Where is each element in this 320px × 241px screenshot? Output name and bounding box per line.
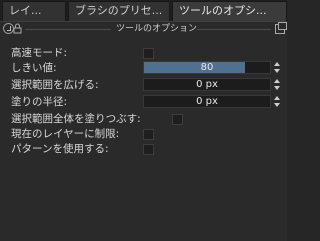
tab-brush-presets[interactable]: ブラシのプリセ... xyxy=(68,1,170,21)
fill-entire-selection-label: 選択範囲全体を塗りつぶす: xyxy=(11,113,141,125)
panel-header: ツールのオプション xyxy=(0,22,287,38)
chevron-up-icon[interactable] xyxy=(274,79,280,83)
use-pattern-checkbox[interactable] xyxy=(143,144,154,155)
option-use-pattern: パターンを使用する: xyxy=(0,141,287,158)
limit-to-layer-label: 現在のレイヤーに制限: xyxy=(11,128,120,140)
option-grow-selection: 選択範囲を広げる: 0 px xyxy=(0,77,287,94)
fast-mode-checkbox[interactable] xyxy=(143,48,154,59)
feather-radius-label: 塗りの半径: xyxy=(11,96,68,108)
chevron-down-icon[interactable] xyxy=(274,69,280,73)
docker-tab-bar: レイ... ブラシのプリセ... ツールのオプシ... xyxy=(0,0,287,21)
grow-selection-field[interactable]: 0 px xyxy=(143,78,271,91)
threshold-value: 80 xyxy=(200,62,214,73)
use-pattern-label: パターンを使用する: xyxy=(11,143,109,155)
tool-options-panel: ツールのオプション 高速モード: しきい値: 80 選択範囲を広げる: 0 px… xyxy=(0,21,287,241)
lock-icon[interactable] xyxy=(13,23,22,34)
grow-selection-value: 0 px xyxy=(196,79,218,90)
header-divider-right xyxy=(197,29,271,30)
header-divider-left xyxy=(25,29,111,30)
feather-radius-stepper[interactable] xyxy=(273,95,282,109)
chevron-up-icon[interactable] xyxy=(274,62,280,66)
fast-mode-label: 高速モード: xyxy=(11,47,68,59)
grow-selection-label: 選択範囲を広げる: xyxy=(11,79,99,91)
threshold-slider[interactable]: 80 xyxy=(143,61,271,74)
option-threshold: しきい値: 80 xyxy=(0,60,287,77)
option-feather-radius: 塗りの半径: 0 px xyxy=(0,94,287,111)
panel-title: ツールのオプション xyxy=(116,24,198,34)
chevron-down-icon[interactable] xyxy=(274,86,280,90)
threshold-stepper[interactable] xyxy=(273,61,282,75)
feather-radius-value: 0 px xyxy=(196,96,218,107)
chevron-up-icon[interactable] xyxy=(274,96,280,100)
limit-to-layer-checkbox[interactable] xyxy=(143,129,154,140)
tab-layers[interactable]: レイ... xyxy=(2,1,66,21)
grow-selection-stepper[interactable] xyxy=(273,78,282,92)
feather-radius-field[interactable]: 0 px xyxy=(143,95,271,108)
chevron-down-icon[interactable] xyxy=(274,103,280,107)
fill-entire-selection-checkbox[interactable] xyxy=(172,114,183,125)
float-docker-icon[interactable] xyxy=(275,22,287,34)
tab-tool-options[interactable]: ツールのオプシ... xyxy=(172,1,287,21)
threshold-label: しきい値: xyxy=(11,62,57,74)
